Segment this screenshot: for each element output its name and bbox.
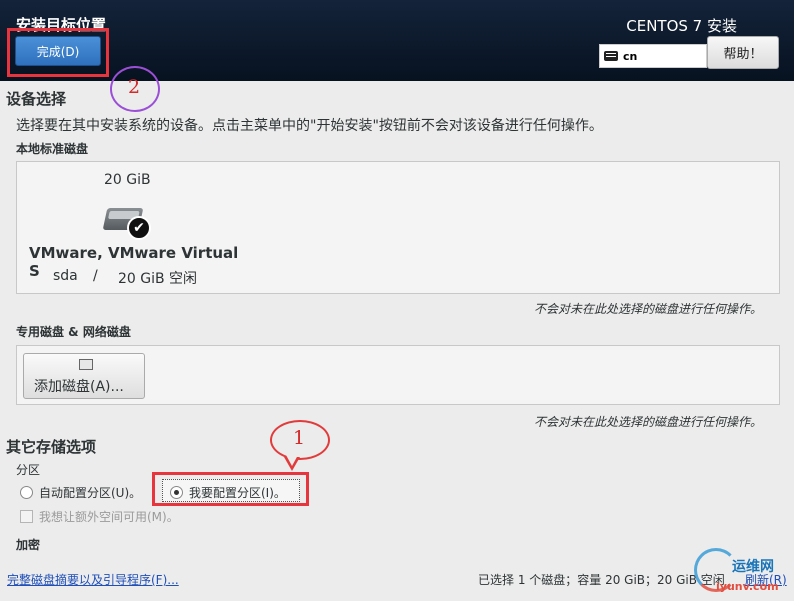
annotation-box-manual (152, 472, 309, 506)
watermark-name: 运维网 (732, 559, 774, 575)
watermark-url: iyunv.com (716, 580, 779, 593)
hard-disk-icon: ✔ (102, 202, 151, 240)
product-title: CENTOS 7 安装 (626, 17, 737, 35)
annotation-bubble-tail-inner (286, 455, 298, 466)
disk-separator: / (93, 268, 98, 284)
local-disks-panel: 20 GiB ✔ VMware, VMware Virtual S sda / … (16, 161, 780, 294)
extra-space-label: 我想让额外空间可用(M)。 (39, 510, 179, 524)
special-disks-title: 专用磁盘 & 网络磁盘 (16, 325, 131, 339)
extra-space-checkbox[interactable] (20, 510, 33, 523)
header-bar (0, 0, 794, 81)
add-disk-button[interactable]: 添加磁盘(A)... (23, 353, 145, 399)
other-storage-title: 其它存储选项 (6, 438, 97, 456)
device-selection-title: 设备选择 (6, 90, 67, 108)
annotation-number-1: 1 (293, 427, 306, 449)
disk-add-icon (79, 359, 93, 370)
device-selection-description: 选择要在其中安装系统的设备。点击主菜单中的"开始安装"按钮前不会对该设备进行任何… (16, 118, 603, 134)
disk-tile-sda[interactable]: 20 GiB ✔ VMware, VMware Virtual S sda / … (17, 162, 247, 293)
partition-title: 分区 (16, 463, 41, 477)
auto-partition-label: 自动配置分区(U)。 (39, 486, 142, 500)
local-disks-note: 不会对未在此处选择的磁盘进行任何操作。 (534, 302, 763, 316)
keyboard-layout-label: cn (623, 49, 638, 63)
annotation-box-done (7, 28, 109, 77)
extra-space-option[interactable]: 我想让额外空间可用(M)。 (20, 508, 179, 525)
special-disks-note: 不会对未在此处选择的磁盘进行任何操作。 (534, 415, 763, 429)
full-disk-summary-link[interactable]: 完整磁盘摘要以及引导程序(F)... (7, 571, 179, 588)
checkmark-icon: ✔ (127, 216, 151, 240)
help-button[interactable]: 帮助！ (707, 36, 779, 69)
disk-free-space: 20 GiB 空闲 (118, 271, 198, 287)
add-disk-label: 添加磁盘(A)... (34, 379, 124, 395)
encryption-title: 加密 (16, 538, 41, 552)
selection-status: 已选择 1 个磁盘；容量 20 GiB；20 GiB 空闲 (478, 573, 725, 587)
disk-size: 20 GiB (104, 172, 151, 188)
special-disks-panel: 添加磁盘(A)... (16, 345, 780, 405)
auto-partition-radio[interactable] (20, 486, 33, 499)
annotation-number-2: 2 (128, 76, 141, 98)
keyboard-layout-indicator[interactable]: cn (599, 44, 707, 68)
local-disks-title: 本地标准磁盘 (16, 142, 89, 156)
disk-device: sda (53, 268, 78, 284)
auto-partition-option[interactable]: 自动配置分区(U)。 (20, 484, 141, 501)
keyboard-icon (604, 51, 618, 61)
